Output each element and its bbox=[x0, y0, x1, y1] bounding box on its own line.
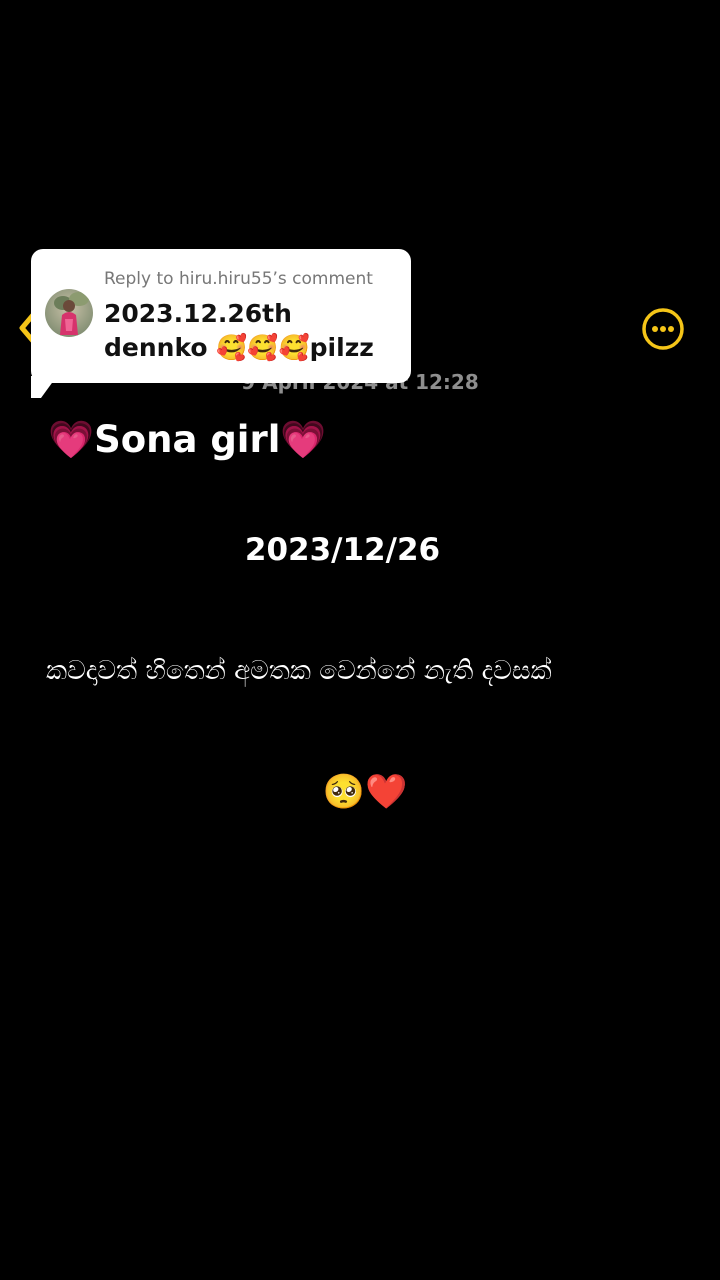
message-text: කවදාවත් හිතෙන් අමතක වෙන්නේ නැති දවසක් bbox=[46, 656, 552, 686]
reply-header: Reply to hiru.hiru55’s comment bbox=[104, 269, 373, 289]
message-emoji: 🥺❤️ bbox=[322, 772, 408, 812]
reply-comment-bubble[interactable]: Reply to hiru.hiru55’s comment 2023.12.2… bbox=[31, 249, 411, 383]
user-avatar[interactable] bbox=[45, 289, 93, 337]
message-title: 💗Sona girl💗 bbox=[48, 418, 327, 461]
reply-comment-text: 2023.12.26th dennko 🥰🥰🥰pilzz bbox=[104, 299, 374, 362]
more-horizontal-icon bbox=[642, 308, 684, 350]
screen: 9 April 2024 at 12:28 Reply to hiru.hiru… bbox=[0, 0, 720, 1280]
message-date: 2023/12/26 bbox=[244, 532, 441, 568]
more-options-button[interactable] bbox=[640, 306, 686, 352]
